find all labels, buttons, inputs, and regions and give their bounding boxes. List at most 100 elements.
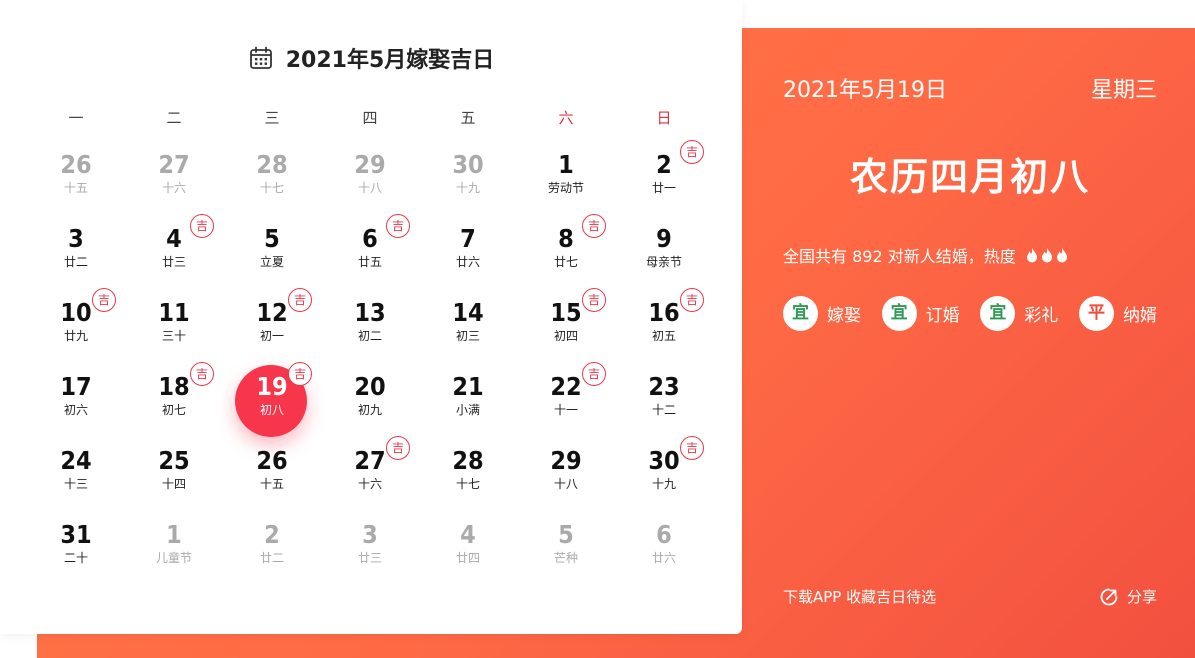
calendar-day[interactable]: 4 廿四 <box>419 510 517 584</box>
lunar-day: 十八 <box>357 181 382 195</box>
calendar-day[interactable]: 2 廿一吉 <box>615 140 713 214</box>
auspicious-badge: 吉 <box>190 362 214 386</box>
day-number: 26 <box>256 446 288 475</box>
calendar-day[interactable]: 26 十五 <box>27 140 125 214</box>
auspicious-badge: 吉 <box>288 362 312 386</box>
date-info-panel: 2021年5月19日 星期三 农历四月初八 全国共有 892 对新人结婚，热度 … <box>783 28 1157 658</box>
day-number: 28 <box>452 446 484 475</box>
calendar-day[interactable]: 21 小满 <box>419 362 517 436</box>
lunar-day: 芒种 <box>553 551 578 565</box>
lunar-day: 十八 <box>553 477 578 491</box>
day-number: 5 <box>264 224 280 253</box>
day-number: 29 <box>354 150 386 179</box>
calendar-day[interactable]: 14 初三 <box>419 288 517 362</box>
lunar-day: 小满 <box>455 403 480 417</box>
calendar-day[interactable]: 24 十三 <box>27 436 125 510</box>
calendar-day[interactable]: 4 廿三吉 <box>125 214 223 288</box>
calendar-day[interactable]: 16 初五吉 <box>615 288 713 362</box>
calendar-day[interactable]: 7 廿六 <box>419 214 517 288</box>
auspicious-badge: 吉 <box>582 288 606 312</box>
tag-label: 纳婿 <box>1122 306 1157 326</box>
weekday-label: 星期三 <box>1090 78 1157 103</box>
calendar-day[interactable]: 11 三十 <box>125 288 223 362</box>
calendar-icon <box>249 46 272 69</box>
calendar-day[interactable]: 22 十一吉 <box>517 362 615 436</box>
calendar-day[interactable]: 8 廿七吉 <box>517 214 615 288</box>
lunar-day: 初七 <box>161 403 186 417</box>
auspicious-badge: 吉 <box>582 362 606 386</box>
lunar-day: 立夏 <box>259 255 284 269</box>
calendar-day[interactable]: 5 立夏 <box>223 214 321 288</box>
auspicious-badge: 吉 <box>92 288 116 312</box>
day-number: 14 <box>452 298 484 327</box>
activity-tag: 平纳婿 <box>1078 296 1157 331</box>
activity-tag: 宜订婚 <box>881 296 960 331</box>
heat-indicator <box>1026 247 1068 263</box>
lunar-day: 初三 <box>455 329 480 343</box>
lunar-day: 廿一 <box>651 181 676 195</box>
calendar-day[interactable]: 6 廿六 <box>615 510 713 584</box>
lunar-day: 十七 <box>455 477 480 491</box>
auspicious-badge: 吉 <box>190 214 214 238</box>
lunar-day: 廿二 <box>63 255 88 269</box>
auspicious-badge: 吉 <box>386 214 410 238</box>
calendar-day[interactable]: 28 十七 <box>223 140 321 214</box>
weekday-label: 一 <box>68 109 84 127</box>
day-number: 11 <box>158 298 190 327</box>
tag-label: 嫁娶 <box>827 306 861 326</box>
calendar-day[interactable]: 23 十二 <box>615 362 713 436</box>
calendar-day[interactable]: 12 初一吉 <box>223 288 321 362</box>
calendar-day[interactable]: 15 初四吉 <box>517 288 615 362</box>
auspicious-badge: 吉 <box>582 214 606 238</box>
day-number: 27 <box>158 150 190 179</box>
lunar-day: 廿三 <box>161 255 186 269</box>
calendar-day[interactable]: 26 十五 <box>223 436 321 510</box>
lunar-day: 廿二 <box>259 551 284 565</box>
calendar-day[interactable]: 3 廿三 <box>321 510 419 584</box>
weekday-label: 四 <box>362 109 378 127</box>
calendar-day[interactable]: 3 廿二 <box>27 214 125 288</box>
calendar-day[interactable]: 31 二十 <box>27 510 125 584</box>
share-button[interactable]: 分享 <box>1099 586 1157 607</box>
calendar-day-selected[interactable]: 19 初八吉 <box>223 362 321 437</box>
auspicious-badge: 吉 <box>288 288 312 312</box>
calendar-day[interactable]: 17 初六 <box>27 362 125 436</box>
day-number: 23 <box>648 372 680 401</box>
calendar-day[interactable]: 13 初二 <box>321 288 419 362</box>
download-app-link[interactable]: 下载APP 收藏吉日待选 <box>783 586 936 607</box>
lunar-day: 初九 <box>357 403 382 417</box>
calendar-day[interactable]: 29 十八 <box>517 436 615 510</box>
tag-label: 订婚 <box>925 306 960 326</box>
day-number: 7 <box>460 224 476 253</box>
share-label: 分享 <box>1126 588 1157 606</box>
calendar-day[interactable]: 1 劳动节 <box>517 140 615 214</box>
calendar-day[interactable]: 6 廿五吉 <box>321 214 419 288</box>
lunar-day: 十六 <box>161 181 186 195</box>
flame-icon <box>1056 248 1067 263</box>
calendar-day[interactable]: 2 廿二 <box>223 510 321 584</box>
lunar-day: 廿五 <box>357 255 382 269</box>
day-number: 1 <box>558 150 574 179</box>
weekday-label: 日 <box>656 109 672 127</box>
lunar-day: 十一 <box>553 403 578 417</box>
calendar-day[interactable]: 18 初七吉 <box>125 362 223 436</box>
calendar-day[interactable]: 30 十九吉 <box>615 436 713 510</box>
calendar-day[interactable]: 10 廿九吉 <box>27 288 125 362</box>
day-number: 28 <box>256 150 288 179</box>
calendar-day[interactable]: 20 初九 <box>321 362 419 436</box>
day-number: 20 <box>354 372 386 401</box>
calendar-day[interactable]: 29 十八 <box>321 140 419 214</box>
calendar-day-grid: 26 十五 27 十六 28 十七 29 十八 30 十九 1 劳动节 2 廿一吉 3 廿二 4 廿三吉 5 立夏 6 廿… <box>27 140 713 584</box>
calendar-day[interactable]: 28 十七 <box>419 436 517 510</box>
lunar-day: 廿七 <box>553 255 578 269</box>
calendar-day[interactable]: 5 芒种 <box>517 510 615 584</box>
calendar-day[interactable]: 1 儿童节 <box>125 510 223 584</box>
calendar-day[interactable]: 25 十四 <box>125 436 223 510</box>
lunar-day: 初八 <box>259 403 284 417</box>
calendar-day[interactable]: 9 母亲节 <box>615 214 713 288</box>
lunar-day: 母亲节 <box>645 255 682 269</box>
calendar-day[interactable]: 27 十六 <box>125 140 223 214</box>
calendar-day[interactable]: 30 十九 <box>419 140 517 214</box>
calendar-day[interactable]: 27 十六吉 <box>321 436 419 510</box>
lunar-day: 初六 <box>63 403 88 417</box>
